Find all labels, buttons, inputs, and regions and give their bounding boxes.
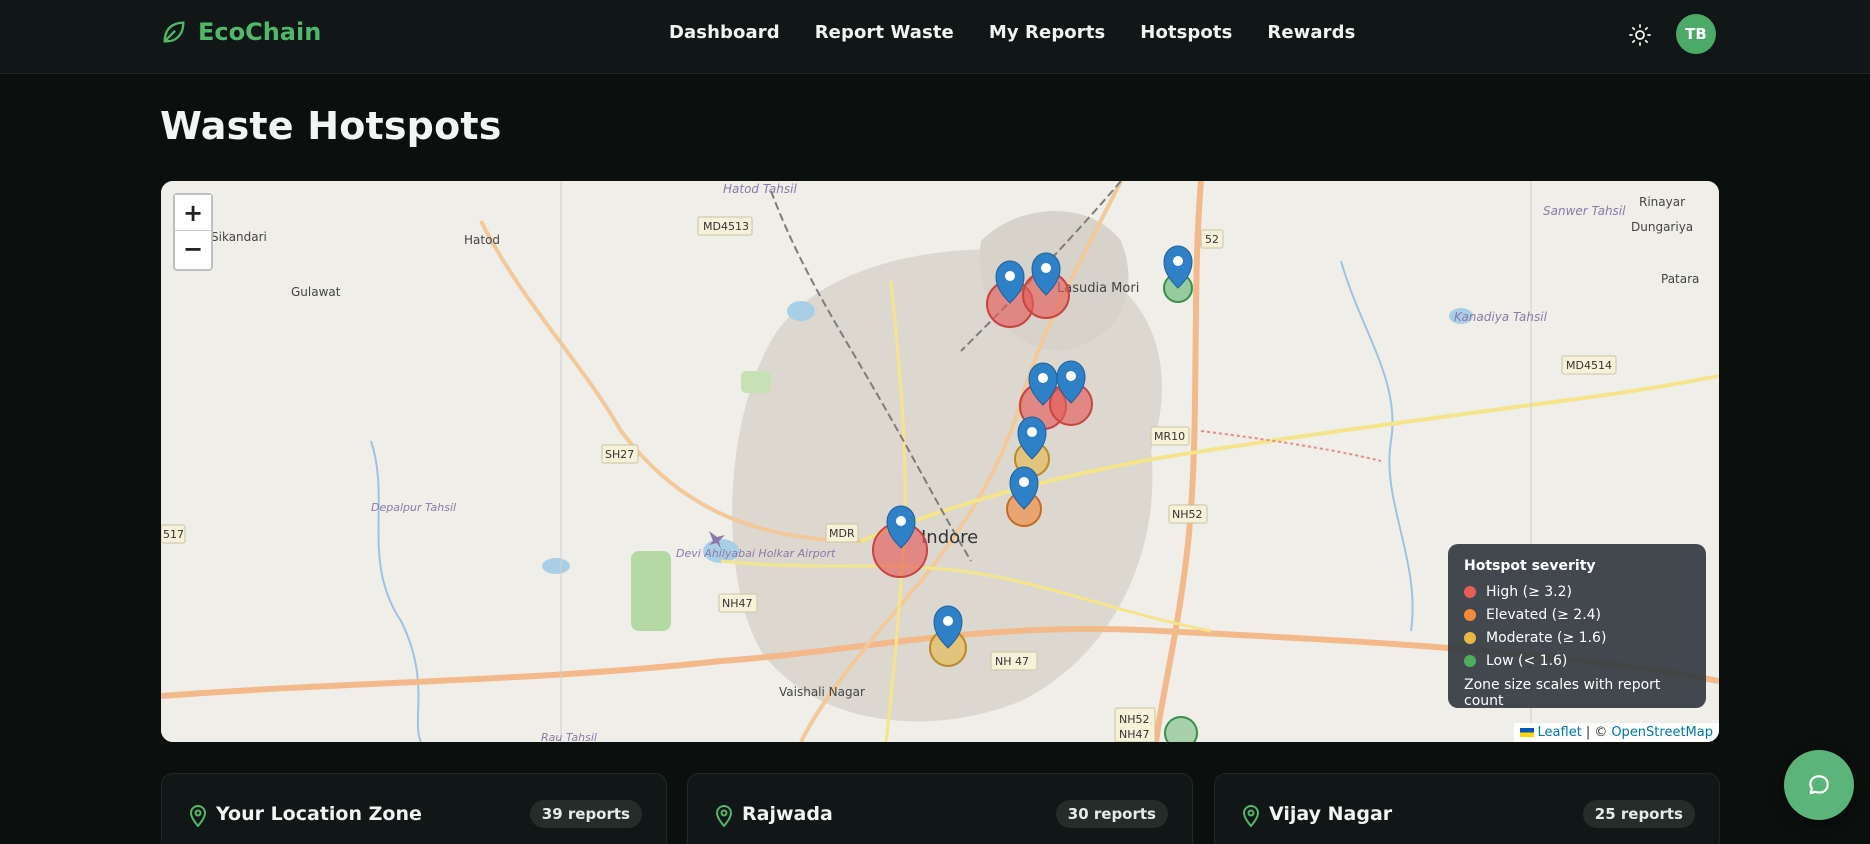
label-sanwer-tahsil: Sanwer Tahsil <box>1543 204 1626 218</box>
zoom-in-button[interactable]: + <box>175 195 211 231</box>
leaflet-link[interactable]: Leaflet <box>1538 725 1582 740</box>
shield-nh47-south: NH47 <box>1119 728 1150 741</box>
nav-report-waste[interactable]: Report Waste <box>815 22 954 43</box>
shield-nh52-south: NH52 <box>1119 713 1150 726</box>
label-gulawat: Gulawat <box>291 285 341 299</box>
shield-mr10: MR10 <box>1154 430 1185 443</box>
label-hatod: Hatod <box>464 233 500 247</box>
legend-item-elevated: Elevated (≥ 2.4) <box>1464 603 1690 626</box>
top-navbar: EcoChain Dashboard Report Waste My Repor… <box>0 0 1870 74</box>
nav-rewards[interactable]: Rewards <box>1267 22 1355 43</box>
zone-name: Vijay Nagar <box>1269 803 1393 825</box>
label-sikandari: Sikandari <box>211 230 267 244</box>
zoom-control: + − <box>173 193 213 271</box>
legend-item-moderate: Moderate (≥ 1.6) <box>1464 626 1690 649</box>
nav-dashboard[interactable]: Dashboard <box>669 22 780 43</box>
legend-dot-moderate <box>1464 631 1476 644</box>
zone-card[interactable]: Vijay Nagar 25 reports <box>1214 773 1720 844</box>
openstreetmap-link[interactable]: OpenStreetMap <box>1611 725 1713 740</box>
label-rinayar: Rinayar <box>1639 195 1685 209</box>
legend-label-high: High (≥ 3.2) <box>1486 583 1572 600</box>
label-indore: Indore <box>921 527 978 548</box>
zone-name: Rajwada <box>742 803 833 825</box>
legend-label-moderate: Moderate (≥ 1.6) <box>1486 629 1607 646</box>
label-kanadiya-tahsil: Kanadiya Tahsil <box>1454 310 1548 324</box>
zone-card[interactable]: Rajwada 30 reports <box>687 773 1193 844</box>
shield-md4514: MD4514 <box>1566 359 1612 372</box>
label-hatod-tahsil: Hatod Tahsil <box>723 182 797 196</box>
nav-hotspots[interactable]: Hotspots <box>1140 22 1232 43</box>
legend-title: Hotspot severity <box>1464 558 1596 574</box>
attribution-separator: | © <box>1585 725 1608 740</box>
brand-logo[interactable]: EcoChain <box>160 18 321 46</box>
zoom-out-button[interactable]: − <box>175 231 211 267</box>
map-attribution: Leaflet | © OpenStreetMap <box>1513 723 1719 742</box>
ukraine-flag-icon <box>1519 728 1534 737</box>
report-count-badge: 30 reports <box>1055 800 1168 828</box>
shield-nh-47: NH 47 <box>995 655 1029 668</box>
map-pin-icon <box>715 805 733 827</box>
user-avatar[interactable]: TB <box>1676 14 1716 54</box>
chat-bubble-icon <box>1809 775 1829 795</box>
zone-card[interactable]: Your Location Zone 39 reports <box>161 773 667 844</box>
label-dungariya: Dungariya <box>1631 220 1693 234</box>
label-rau-tahsil: Rau Tahsil <box>541 731 597 742</box>
shield-52: 52 <box>1205 233 1219 246</box>
report-count-badge: 25 reports <box>1582 800 1695 828</box>
hotspot-zone-low[interactable] <box>1164 716 1198 742</box>
legend-item-high: High (≥ 3.2) <box>1464 580 1690 603</box>
shield-nh52: NH52 <box>1172 508 1203 521</box>
map-pin-icon <box>1242 805 1260 827</box>
legend-dot-low <box>1464 654 1476 667</box>
main-nav: Dashboard Report Waste My Reports Hotspo… <box>669 22 1355 43</box>
report-count-badge: 39 reports <box>529 800 642 828</box>
page-title: Waste Hotspots <box>160 104 502 148</box>
legend-dot-elevated <box>1464 608 1476 621</box>
leaf-icon <box>163 21 185 43</box>
severity-legend: Hotspot severity High (≥ 3.2) Elevated (… <box>1448 544 1706 709</box>
shield-sh27: SH27 <box>605 448 634 461</box>
zone-name: Your Location Zone <box>216 803 422 825</box>
hotspot-map[interactable]: Sikandari Hatod Gulawat Hatod Tahsil San… <box>161 181 1719 742</box>
shield-517: 517 <box>163 528 184 541</box>
shield-nh47-west: NH47 <box>722 597 753 610</box>
legend-label-elevated: Elevated (≥ 2.4) <box>1486 606 1602 623</box>
shield-mdr: MDR <box>829 527 855 540</box>
map-pin-icon <box>189 805 207 827</box>
legend-note: Zone size scales with report count <box>1464 677 1661 709</box>
label-vaishali-nagar: Vaishali Nagar <box>779 685 865 699</box>
label-airport: Devi Ahilyabai Holkar Airport <box>676 547 836 560</box>
legend-dot-high <box>1464 585 1476 598</box>
chat-button[interactable] <box>1784 750 1854 820</box>
sun-icon[interactable] <box>1628 23 1652 47</box>
nav-my-reports[interactable]: My Reports <box>989 22 1105 43</box>
brand-name: EcoChain <box>198 18 322 46</box>
legend-label-low: Low (< 1.6) <box>1486 652 1568 669</box>
label-patara: Patara <box>1661 272 1699 286</box>
label-depalpur-tahsil: Depalpur Tahsil <box>371 501 456 514</box>
shield-md4513: MD4513 <box>703 220 749 233</box>
legend-item-low: Low (< 1.6) <box>1464 649 1690 672</box>
